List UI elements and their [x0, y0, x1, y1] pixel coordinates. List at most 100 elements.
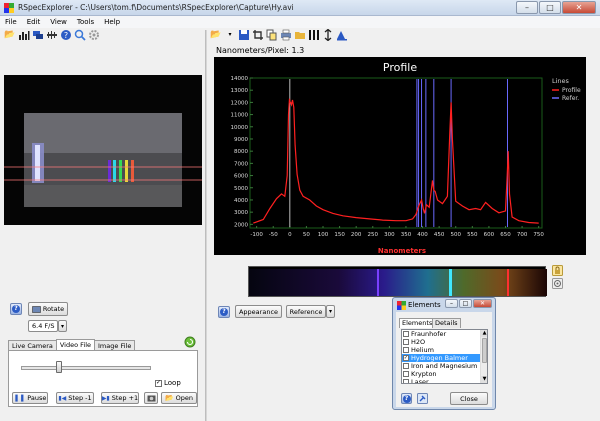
snapshot-button[interactable]	[144, 392, 158, 404]
app-icon	[397, 301, 406, 310]
dialog-body: Elements Details ▲ ▼ Fraunhofer H2O Helium…	[396, 312, 492, 407]
peak-icon[interactable]	[336, 29, 348, 41]
reference-dropdown-button[interactable]: ▾	[326, 305, 335, 318]
element-checkbox[interactable]	[403, 379, 409, 383]
appearance-button[interactable]: Appearance	[235, 305, 282, 318]
y-tick-label: 3000	[234, 210, 248, 216]
list-item[interactable]: Fraunhofer	[402, 330, 487, 338]
x-tick-label: 500	[450, 232, 461, 238]
y-tick-label: 2000	[234, 222, 248, 228]
target-icon[interactable]	[552, 278, 563, 289]
element-label: Fraunhofer	[411, 330, 447, 338]
element-checkbox[interactable]	[403, 371, 409, 377]
y-tick-labels: 2000 3000 4000 5000 6000 7000 8000 9000 10000 110…	[231, 76, 249, 228]
element-checkbox[interactable]	[403, 347, 409, 353]
x-tick-label: 0	[288, 232, 292, 238]
menu-bar: File Edit View Tools Help	[0, 16, 600, 28]
fps-dropdown-button[interactable]: ▾	[58, 320, 67, 332]
copy-icon[interactable]	[266, 29, 278, 41]
list-item[interactable]: H2O	[402, 338, 487, 346]
close-button[interactable]: Close	[450, 392, 488, 405]
element-label: Helium	[411, 346, 434, 354]
video-position-slider[interactable]	[21, 366, 151, 370]
open-folder-icon: 📂	[164, 394, 174, 402]
pin-icon[interactable]	[417, 393, 428, 404]
scroll-down-icon[interactable]: ▼	[481, 376, 487, 383]
x-tick-label: 600	[484, 232, 495, 238]
scroll-up-icon[interactable]: ▲	[481, 330, 487, 337]
profile-chart[interactable]: Profile 2000 3000 4000 5000 6000 7000 8000 9000…	[214, 57, 586, 255]
fps-select[interactable]: 6.4 F/S	[28, 320, 58, 332]
menu-view[interactable]: View	[45, 16, 72, 28]
element-checkbox[interactable]	[403, 363, 409, 369]
fps-value: 6.4 F/S	[32, 322, 55, 330]
open-folder-icon[interactable]: 📂	[210, 29, 222, 41]
list-item[interactable]: ✓ Hydrogen Balmer	[402, 354, 487, 362]
step-forward-icon: ▶▮	[101, 394, 110, 402]
dialog-maximize-button[interactable]: □	[459, 299, 472, 308]
menu-help[interactable]: Help	[99, 16, 125, 28]
close-button[interactable]: ✕	[562, 1, 596, 14]
dialog-minimize-button[interactable]: –	[445, 299, 458, 308]
folder-icon[interactable]	[294, 29, 306, 41]
rotate-button[interactable]: Rotate	[28, 302, 68, 316]
maximize-button[interactable]: □	[539, 1, 561, 14]
rotate-icon	[32, 305, 41, 313]
list-item[interactable]: Helium	[402, 346, 487, 354]
camera-stack-icon[interactable]	[32, 29, 44, 41]
waveform-icon[interactable]	[46, 29, 58, 41]
right-help-button[interactable]: ?	[218, 306, 230, 318]
x-tick-label: 550	[467, 232, 478, 238]
help-icon[interactable]: ?	[60, 29, 72, 41]
step-forward-button[interactable]: ▶▮ Step +1	[101, 392, 139, 404]
minimize-button[interactable]: –	[516, 1, 538, 14]
open-button[interactable]: 📂 Open	[161, 392, 197, 404]
bar-chart-icon[interactable]	[18, 29, 30, 41]
search-icon[interactable]	[74, 29, 86, 41]
dialog-title: Elements	[408, 301, 441, 309]
left-help-button[interactable]: ?	[10, 303, 22, 315]
list-item[interactable]: Krypton	[402, 370, 487, 378]
y-tick-label: 9000	[234, 137, 248, 143]
scroll-thumb[interactable]	[482, 338, 487, 363]
menu-edit[interactable]: Edit	[22, 16, 46, 28]
menu-tools[interactable]: Tools	[72, 16, 99, 28]
chart-title: Profile	[383, 61, 417, 74]
list-scrollbar[interactable]: ▲ ▼	[480, 330, 487, 383]
tab-elements[interactable]: Elements	[399, 318, 436, 328]
loop-checkbox[interactable]: ✓	[155, 379, 162, 387]
gear-icon[interactable]	[88, 29, 100, 41]
lock-icon[interactable]	[552, 265, 563, 276]
x-tick-label: 50	[303, 232, 310, 238]
x-tick-label: 100	[318, 232, 329, 238]
y-tick-label: 12000	[231, 100, 249, 106]
step-back-button[interactable]: ▮◀ Step -1	[56, 392, 94, 404]
elements-dialog: Elements – □ ✕ Elements Details ▲ ▼ Frau…	[392, 297, 496, 410]
dialog-help-button[interactable]: ?	[401, 393, 412, 404]
chevron-down-icon[interactable]: ▾	[224, 29, 236, 41]
camera-view[interactable]	[4, 75, 202, 225]
elements-list[interactable]: ▲ ▼ Fraunhofer H2O Helium ✓ Hydrogen Balmer I…	[401, 329, 488, 384]
reference-button[interactable]: Reference	[286, 305, 326, 318]
vertical-arrows-icon[interactable]	[322, 29, 334, 41]
save-icon[interactable]	[238, 29, 250, 41]
pane-splitter[interactable]	[205, 30, 207, 421]
refresh-icon[interactable]	[184, 336, 196, 348]
list-item[interactable]: Iron and Magnesium	[402, 362, 487, 370]
y-tick-label: 6000	[234, 174, 248, 180]
pause-button[interactable]: ❚❚ Pause	[12, 392, 48, 404]
menu-file[interactable]: File	[0, 16, 22, 28]
tab-details[interactable]: Details	[432, 318, 461, 328]
spectrum-lines-icon[interactable]	[308, 29, 320, 41]
loop-checkbox-group[interactable]: ✓ Loop	[155, 379, 181, 387]
crop-icon[interactable]	[252, 29, 264, 41]
list-item[interactable]: Laser	[402, 378, 487, 383]
element-checkbox[interactable]	[403, 339, 409, 345]
close-label: Close	[460, 394, 478, 403]
element-checkbox[interactable]	[403, 331, 409, 337]
print-icon[interactable]	[280, 29, 292, 41]
dialog-close-x-button[interactable]: ✕	[473, 299, 492, 308]
open-folder-icon[interactable]: 📂	[4, 29, 16, 41]
slider-thumb[interactable]	[55, 361, 62, 373]
element-checkbox[interactable]: ✓	[403, 355, 409, 361]
